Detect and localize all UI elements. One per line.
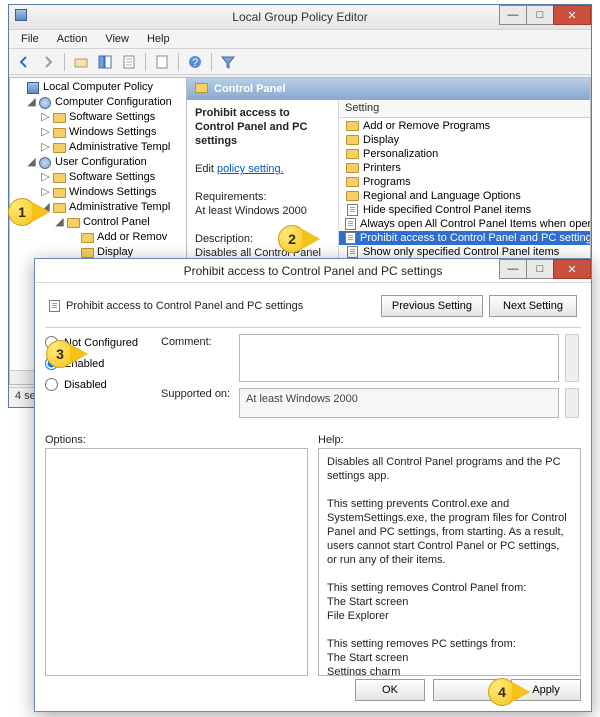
tree-computer-config[interactable]: ◢Computer Configuration — [12, 95, 186, 110]
help-label: Help: — [318, 434, 581, 446]
list-item-label: Display — [363, 134, 399, 146]
setting-icon — [345, 204, 359, 216]
setting-icon — [49, 300, 60, 312]
list-item-label: Regional and Language Options — [363, 190, 521, 202]
list-item[interactable]: Show only specified Control Panel items — [339, 245, 590, 259]
toolbar: ? — [9, 49, 591, 75]
comment-scroll[interactable] — [565, 334, 579, 382]
list-item[interactable]: Personalization — [339, 147, 590, 161]
list-item-label: Show only specified Control Panel items — [363, 246, 559, 258]
list-item[interactable]: Display — [339, 133, 590, 147]
maximize-button[interactable]: □ — [526, 5, 554, 25]
setting-icon — [345, 218, 356, 230]
tree-user-config[interactable]: ◢User Configuration — [12, 155, 186, 170]
list-item[interactable]: Hide specified Control Panel items — [339, 203, 590, 217]
previous-setting-button[interactable]: Previous Setting — [381, 295, 483, 317]
setting-icon — [345, 246, 359, 258]
menu-view[interactable]: View — [97, 31, 137, 47]
details-header: Control Panel — [187, 78, 590, 100]
list-item[interactable]: Add or Remove Programs — [339, 119, 590, 133]
list-item-label: Programs — [363, 176, 411, 188]
menu-action[interactable]: Action — [49, 31, 96, 47]
policy-dialog: Prohibit access to Control Panel and PC … — [34, 258, 592, 712]
list-item[interactable]: Regional and Language Options — [339, 189, 590, 203]
options-box[interactable] — [45, 448, 308, 676]
folder-icon — [345, 177, 359, 187]
cancel-button[interactable] — [433, 679, 503, 701]
setting-icon — [345, 232, 356, 244]
ok-button[interactable]: OK — [355, 679, 425, 701]
tree-item[interactable]: ▷Administrative Templ — [12, 140, 186, 155]
tree-control-panel[interactable]: ◢Control Panel — [12, 215, 186, 230]
tree-item[interactable]: ▷Windows Settings — [12, 125, 186, 140]
close-button[interactable]: ✕ — [553, 5, 591, 25]
supported-value: At least Windows 2000 — [239, 388, 559, 418]
list-item-label: Always open All Control Panel Items when… — [360, 218, 590, 230]
tree-item[interactable]: ▷Software Settings — [12, 110, 186, 125]
list-item[interactable]: Programs — [339, 175, 590, 189]
list-item-label: Printers — [363, 162, 401, 174]
list-item-label: Hide specified Control Panel items — [363, 204, 531, 216]
dialog-heading: Prohibit access to Control Panel and PC … — [49, 300, 303, 312]
options-label: Options: — [45, 434, 308, 446]
menubar: File Action View Help — [9, 29, 591, 49]
show-hide-tree-button[interactable] — [94, 51, 116, 73]
back-button[interactable] — [13, 51, 35, 73]
menu-help[interactable]: Help — [139, 31, 178, 47]
list-item[interactable]: Prohibit access to Control Panel and PC … — [339, 231, 590, 245]
radio-disabled[interactable]: Disabled — [45, 378, 155, 391]
minimize-button[interactable]: — — [499, 5, 527, 25]
comment-textarea[interactable] — [239, 334, 559, 382]
tree-root[interactable]: Local Computer Policy — [12, 80, 186, 95]
next-setting-button[interactable]: Next Setting — [489, 295, 577, 317]
help-button[interactable]: ? — [184, 51, 206, 73]
app-icon — [15, 9, 31, 25]
tree-item[interactable]: ◢Administrative Templ — [12, 200, 186, 215]
help-box[interactable]: Disables all Control Panel programs and … — [318, 448, 581, 676]
forward-button[interactable] — [37, 51, 59, 73]
tree-item[interactable]: ▷Windows Settings — [12, 185, 186, 200]
column-setting[interactable]: Setting — [339, 100, 590, 118]
setting-title: Prohibit access to Control Panel and PC … — [195, 107, 307, 147]
list-item-label: Prohibit access to Control Panel and PC … — [360, 232, 590, 244]
list-item-label: Personalization — [363, 148, 438, 160]
dialog-close-button[interactable]: ✕ — [553, 259, 591, 279]
details-header-text: Control Panel — [214, 83, 286, 95]
radio-not-configured[interactable]: Not Configured — [45, 336, 155, 349]
main-titlebar[interactable]: Local Group Policy Editor — □ ✕ — [9, 5, 591, 29]
main-title: Local Group Policy Editor — [232, 10, 367, 24]
up-button[interactable] — [70, 51, 92, 73]
svg-text:?: ? — [192, 57, 198, 69]
folder-icon — [345, 191, 359, 201]
menu-file[interactable]: File — [13, 31, 47, 47]
supported-scroll[interactable] — [565, 388, 579, 418]
folder-icon — [345, 163, 359, 173]
folder-icon — [345, 135, 359, 145]
policy-setting-link[interactable]: policy setting. — [217, 163, 284, 175]
folder-icon — [345, 121, 359, 131]
dialog-minimize-button[interactable]: — — [499, 259, 527, 279]
tree-item[interactable]: ▷Software Settings — [12, 170, 186, 185]
folder-icon — [345, 149, 359, 159]
properties-button[interactable] — [118, 51, 140, 73]
dialog-titlebar[interactable]: Prohibit access to Control Panel and PC … — [35, 259, 591, 283]
tree-item[interactable]: Add or Remov — [12, 230, 186, 245]
list-item-label: Add or Remove Programs — [363, 120, 490, 132]
list-item[interactable]: Printers — [339, 161, 590, 175]
filter-button[interactable] — [217, 51, 239, 73]
radio-enabled[interactable]: Enabled — [45, 357, 155, 370]
dialog-title: Prohibit access to Control Panel and PC … — [184, 264, 443, 278]
refresh-button[interactable] — [151, 51, 173, 73]
supported-label: Supported on: — [161, 388, 233, 400]
apply-button[interactable]: Apply — [511, 679, 581, 701]
list-item[interactable]: Always open All Control Panel Items when… — [339, 217, 590, 231]
comment-label: Comment: — [161, 334, 233, 348]
dialog-maximize-button[interactable]: □ — [526, 259, 554, 279]
folder-icon — [195, 83, 208, 96]
